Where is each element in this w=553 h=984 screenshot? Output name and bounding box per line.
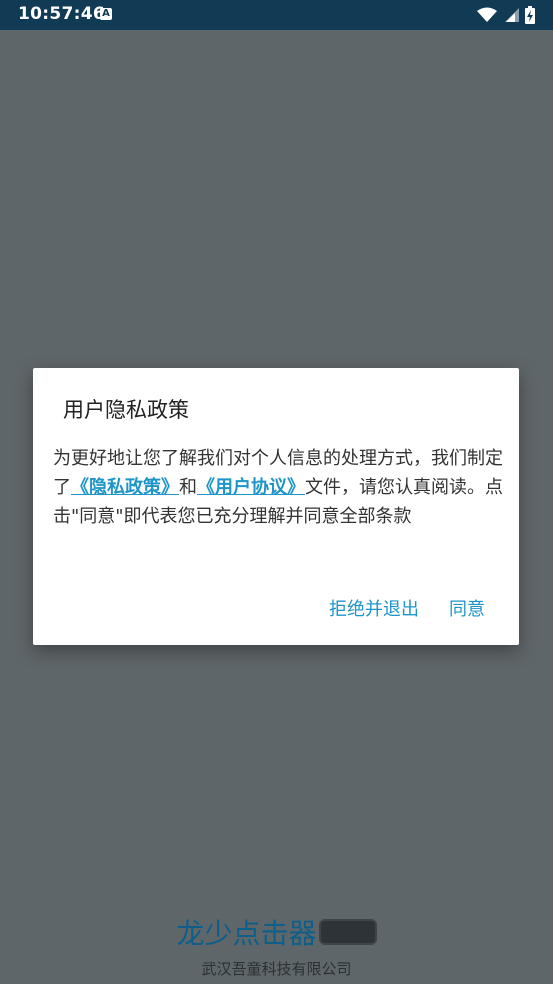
app-name-text: 龙少点击器 (176, 917, 317, 950)
app-name-badge (318, 919, 377, 945)
agree-button[interactable]: 同意 (449, 595, 485, 621)
decline-exit-button[interactable]: 拒绝并退出 (329, 595, 419, 621)
user-agreement-link[interactable]: 《用户协议》 (197, 477, 305, 498)
dialog-actions: 拒绝并退出 同意 (329, 595, 485, 621)
signal-icon (505, 8, 519, 22)
privacy-policy-link[interactable]: 《隐私政策》 (71, 477, 179, 498)
status-time: 10:57:46 (18, 4, 105, 24)
status-bar: 10:57:46 A (0, 0, 553, 30)
a-icon: A (100, 8, 112, 20)
company-name: 武汉吾童科技有限公司 (201, 960, 352, 978)
battery-icon (525, 6, 535, 24)
dialog-message: 为更好地让您了解我们对个人信息的处理方式，我们制定了《隐私政策》和《用户协议》文… (53, 444, 503, 531)
wifi-icon (477, 7, 497, 22)
app-name: 龙少点击器 (0, 912, 553, 952)
dialog-title: 用户隐私政策 (63, 398, 189, 422)
status-icons (477, 5, 535, 25)
privacy-dialog: 用户隐私政策 为更好地让您了解我们对个人信息的处理方式，我们制定了《隐私政策》和… (33, 368, 519, 645)
dialog-message-and: 和 (179, 477, 197, 498)
